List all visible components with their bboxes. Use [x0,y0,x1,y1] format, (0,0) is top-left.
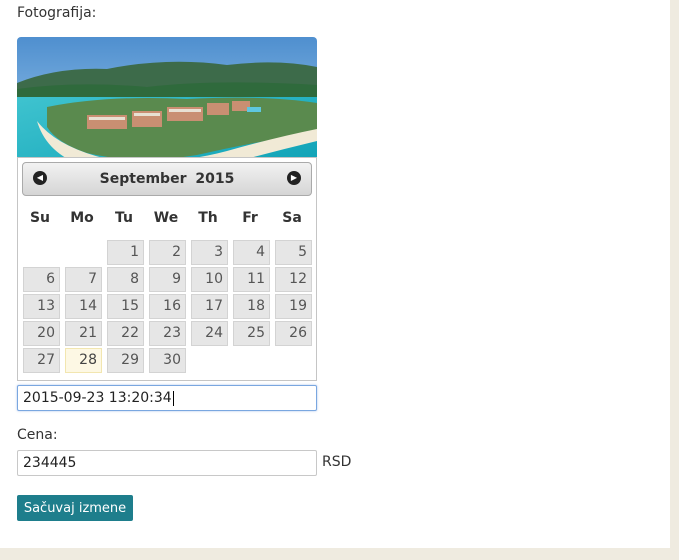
calendar-day[interactable]: 13 [23,294,60,319]
weekday-header: We [153,210,179,226]
calendar-day[interactable]: 21 [65,321,102,346]
save-changes-button[interactable]: Sačuvaj izmene [17,495,133,521]
calendar-day[interactable]: 25 [233,321,270,346]
calendar-day[interactable]: 22 [107,321,144,346]
calendar-day[interactable]: 8 [107,267,144,292]
datepicker-year: 2015 [195,171,235,187]
calendar-day[interactable]: 23 [149,321,186,346]
calendar-day[interactable]: 11 [233,267,270,292]
weekday-header: Mo [70,210,94,226]
datepicker-popup: ◀ September 2015 ▶ Su Mo Tu We Th Fr Sa 1 2 3 4 5 6 7… [17,157,317,381]
calendar-day[interactable]: 1 [107,240,144,265]
calendar-day[interactable]: 4 [233,240,270,265]
calendar-day[interactable]: 30 [149,348,186,373]
calendar-day[interactable]: 14 [65,294,102,319]
weekday-header: Tu [115,210,133,226]
weekday-header: Su [29,210,51,226]
datetime-value: 2015-09-23 13:20:34 [23,390,172,406]
calendar-day[interactable]: 15 [107,294,144,319]
calendar-day[interactable]: 26 [275,321,312,346]
circle-triangle-right-icon[interactable]: ▶ [287,171,301,185]
calendar-day[interactable]: 16 [149,294,186,319]
calendar-day[interactable]: 17 [191,294,228,319]
calendar-day[interactable]: 5 [275,240,312,265]
calendar-day[interactable]: 29 [107,348,144,373]
calendar-day[interactable]: 2 [149,240,186,265]
price-label: Cena: [17,427,58,443]
calendar-day[interactable]: 9 [149,267,186,292]
text-caret [172,390,174,406]
datepicker-title: September 2015 [23,163,311,195]
calendar-day[interactable]: 7 [65,267,102,292]
calendar-day[interactable]: 20 [23,321,60,346]
weekday-header: Th [198,210,218,226]
photo-label: Fotografija: [17,5,97,21]
form-panel: Fotografija: ◀ September 2015 ▶ Su Mo Tu… [0,0,670,548]
datepicker-month: September [99,171,187,187]
calendar-day[interactable]: 24 [191,321,228,346]
weekday-header: Fr [242,210,258,226]
datepicker-header: ◀ September 2015 ▶ [22,162,312,196]
weekday-header: Sa [282,210,302,226]
calendar-day[interactable]: 6 [23,267,60,292]
calendar-day[interactable]: 12 [275,267,312,292]
currency-label: RSD [322,454,352,470]
calendar-day[interactable]: 3 [191,240,228,265]
calendar-day[interactable]: 28 [65,348,102,373]
calendar-day[interactable]: 19 [275,294,312,319]
price-input[interactable]: 234445 [17,450,317,476]
calendar-day[interactable]: 18 [233,294,270,319]
datetime-input[interactable]: 2015-09-23 13:20:34 [17,385,317,411]
calendar-day[interactable]: 10 [191,267,228,292]
calendar-day[interactable]: 27 [23,348,60,373]
